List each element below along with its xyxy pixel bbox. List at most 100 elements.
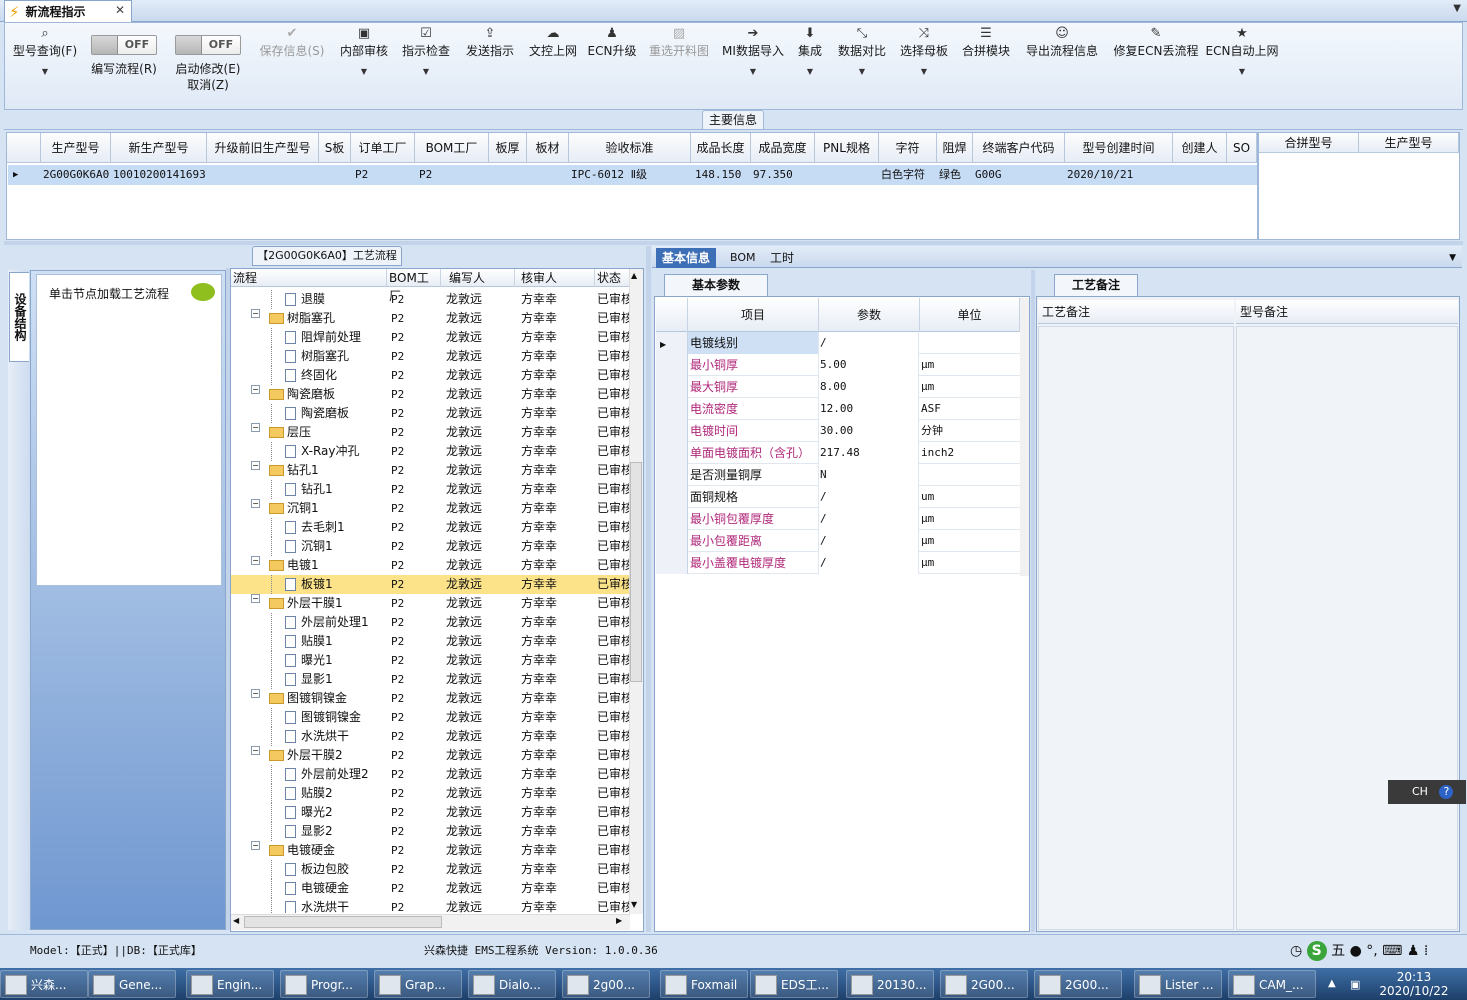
vertical-splitter[interactable] — [226, 268, 230, 930]
table-cell[interactable] — [319, 165, 351, 185]
model-query-button[interactable]: ⌕ 型号查询(F) ▼ — [9, 25, 81, 107]
close-icon[interactable]: ✕ — [115, 3, 125, 17]
param-row[interactable]: 最小盖覆电镀厚度 / μm — [656, 552, 1020, 574]
system-clock[interactable]: 20:13 2020/10/22 — [1372, 970, 1456, 998]
param-row[interactable]: 最小包覆距离 / μm — [656, 530, 1020, 552]
tree-row[interactable]: − 电镀硬金 P2 龙敦远 方幸幸 已审核 — [231, 841, 630, 860]
tree-row[interactable]: 陶瓷磨板 P2 龙敦远 方幸幸 已审核 — [231, 404, 630, 423]
table-cell[interactable] — [1173, 165, 1227, 185]
collapse-icon[interactable]: − — [251, 309, 260, 318]
ime-indicator[interactable]: CH ? — [1388, 780, 1466, 804]
start-modify-toggle[interactable]: OFF 启动修改(E) 取消(Z) — [169, 25, 247, 107]
horizontal-splitter[interactable] — [4, 241, 1463, 245]
tray-icons[interactable]: ▣ — [1350, 978, 1360, 991]
tree-row[interactable]: 板边包胶 P2 龙敦远 方幸幸 已审核 — [231, 860, 630, 879]
table-cell[interactable] — [1227, 165, 1257, 185]
param-row[interactable]: 单面电镀面积（含孔） 217.48 inch2 — [656, 442, 1020, 464]
model-remark-textarea[interactable] — [1236, 326, 1458, 930]
table-cell[interactable]: 绿色 — [937, 165, 973, 185]
select-mother-board-button[interactable]: ⤨ 选择母板 ▼ — [897, 25, 951, 107]
tree-row[interactable]: − 外层干膜2 P2 龙敦远 方幸幸 已审核 — [231, 746, 630, 765]
table-cell[interactable]: 2G00G0K6A0 — [41, 165, 111, 185]
dropdown-arrow-icon[interactable]: ▼ — [791, 67, 829, 76]
moon-icon[interactable]: ● — [1350, 943, 1362, 959]
vertical-splitter[interactable] — [646, 246, 651, 932]
param-value[interactable]: 217.48 — [819, 442, 919, 464]
dropdown-arrow-icon[interactable]: ▼ — [835, 67, 889, 76]
param-value[interactable]: 30.00 — [819, 420, 919, 442]
col-header[interactable]: 板厚 — [489, 133, 527, 163]
tree-row[interactable]: 板镀1 P2 龙敦远 方幸幸 已审核 — [231, 575, 630, 594]
merge-module-button[interactable]: ☰ 合拼模块 — [959, 25, 1013, 107]
mi-data-import-button[interactable]: ➔ MI数据导入 ▼ — [719, 25, 787, 107]
param-row[interactable]: 是否测量铜厚 N — [656, 464, 1020, 486]
col-header[interactable]: SO — [1227, 133, 1257, 163]
table-cell[interactable]: 2020/10/21 — [1065, 165, 1173, 185]
table-cell[interactable]: 97.350 — [751, 165, 815, 185]
col-header[interactable]: 生产型号 — [1359, 133, 1459, 153]
ecn-auto-online-button[interactable]: ★ ECN自动上网 ▼ — [1205, 25, 1279, 107]
taskbar-item[interactable]: 20130... — [846, 970, 934, 998]
ime-toolbar[interactable]: ◷ S 五 ● °, ⌨ ♟ ⁞ — [1290, 940, 1440, 962]
tree-row[interactable]: 沉铜1 P2 龙敦远 方幸幸 已审核 — [231, 537, 630, 556]
collapse-icon[interactable]: − — [251, 746, 260, 755]
wubi-icon[interactable]: 五 — [1331, 943, 1345, 959]
taskbar-item[interactable]: 2G00... — [1034, 970, 1122, 998]
send-instruction-button[interactable]: ⇪ 发送指示 — [463, 25, 517, 107]
instruction-check-button[interactable]: ☑ 指示检查 ▼ — [399, 25, 453, 107]
dropdown-arrow-icon[interactable]: ▼ — [1205, 67, 1279, 76]
tree-row[interactable]: 阻焊前处理 P2 龙敦远 方幸幸 已审核 — [231, 328, 630, 347]
doc-control-online-button[interactable]: ☁ 文控上网 — [525, 25, 581, 107]
data-compare-button[interactable]: ⤡ 数据对比 ▼ — [835, 25, 889, 107]
col-header[interactable]: 成品长度 — [691, 133, 751, 163]
scroll-thumb[interactable] — [630, 462, 642, 682]
taskbar-item[interactable]: 兴森... — [0, 970, 88, 998]
tree-row[interactable]: 水洗烘干 P2 龙敦远 方幸幸 已审核 — [231, 727, 630, 746]
tree-row[interactable]: 曝光1 P2 龙敦远 方幸幸 已审核 — [231, 651, 630, 670]
col-header[interactable]: BOM工厂 — [415, 133, 489, 163]
col-header[interactable]: 阻焊 — [937, 133, 973, 163]
table-cell[interactable]: G00G — [973, 165, 1065, 185]
param-row[interactable]: 电镀时间 30.00 分钟 — [656, 420, 1020, 442]
col-header[interactable]: 验收标准 — [569, 133, 691, 163]
col-header[interactable]: 编写人 — [441, 269, 515, 287]
dropdown-arrow-icon[interactable]: ▼ — [337, 67, 391, 76]
col-header[interactable]: 字符 — [879, 133, 937, 163]
dropdown-arrow-icon[interactable]: ▼ — [897, 67, 951, 76]
scroll-right-icon[interactable]: ▶ — [616, 916, 622, 925]
tree-row[interactable]: X-Ray冲孔 P2 龙敦远 方幸幸 已审核 — [231, 442, 630, 461]
internal-review-button[interactable]: ▣ 内部审核 ▼ — [337, 25, 391, 107]
col-header[interactable]: 成品宽度 — [751, 133, 815, 163]
param-row[interactable]: ▶ 电镀线别 / — [656, 332, 1020, 354]
table-cell[interactable] — [207, 165, 319, 185]
tree-row[interactable]: − 树脂塞孔 P2 龙敦远 方幸幸 已审核 — [231, 309, 630, 328]
tree-row[interactable]: 显影2 P2 龙敦远 方幸幸 已审核 — [231, 822, 630, 841]
tree-row[interactable]: 外层前处理1 P2 龙敦远 方幸幸 已审核 — [231, 613, 630, 632]
taskbar-item[interactable]: 2g00... — [562, 970, 650, 998]
tab-menu-chevron-icon[interactable]: ▼ — [1453, 3, 1461, 14]
tree-row[interactable]: − 层压 P2 龙敦远 方幸幸 已审核 — [231, 423, 630, 442]
tray-up-chevron-icon[interactable]: ▲ — [1328, 978, 1336, 989]
params-scrollbar[interactable] — [1020, 298, 1029, 576]
tree-row[interactable]: 树脂塞孔 P2 龙敦远 方幸幸 已审核 — [231, 347, 630, 366]
col-header[interactable]: 流程 — [231, 269, 387, 287]
scroll-thumb[interactable] — [244, 916, 442, 928]
collapse-icon[interactable]: − — [251, 385, 260, 394]
col-header[interactable]: S板 — [319, 133, 351, 163]
col-header[interactable]: 型号创建时间 — [1065, 133, 1173, 163]
col-header[interactable]: 生产型号 — [41, 133, 111, 163]
dropdown-arrow-icon[interactable]: ▼ — [9, 67, 81, 76]
col-header[interactable]: 参数 — [819, 298, 920, 332]
col-header[interactable]: 订单工厂 — [351, 133, 415, 163]
table-cell[interactable]: IPC-6012 Ⅱ级 — [569, 165, 691, 185]
col-header[interactable]: 项目 — [688, 298, 819, 332]
table-cell[interactable] — [815, 165, 879, 185]
col-header[interactable]: 单位 — [920, 298, 1020, 332]
tab-list-chevron-icon[interactable]: ▼ — [1443, 248, 1462, 268]
table-cell[interactable]: P2 — [351, 165, 415, 185]
dropdown-arrow-icon[interactable]: ▼ — [399, 67, 453, 76]
tab-basic-info[interactable]: 基本信息 — [656, 248, 717, 268]
taskbar-item[interactable]: Grap... — [374, 970, 462, 998]
table-cell[interactable]: 10010200141693 — [111, 165, 207, 185]
tree-row[interactable]: − 电镀1 P2 龙敦远 方幸幸 已审核 — [231, 556, 630, 575]
